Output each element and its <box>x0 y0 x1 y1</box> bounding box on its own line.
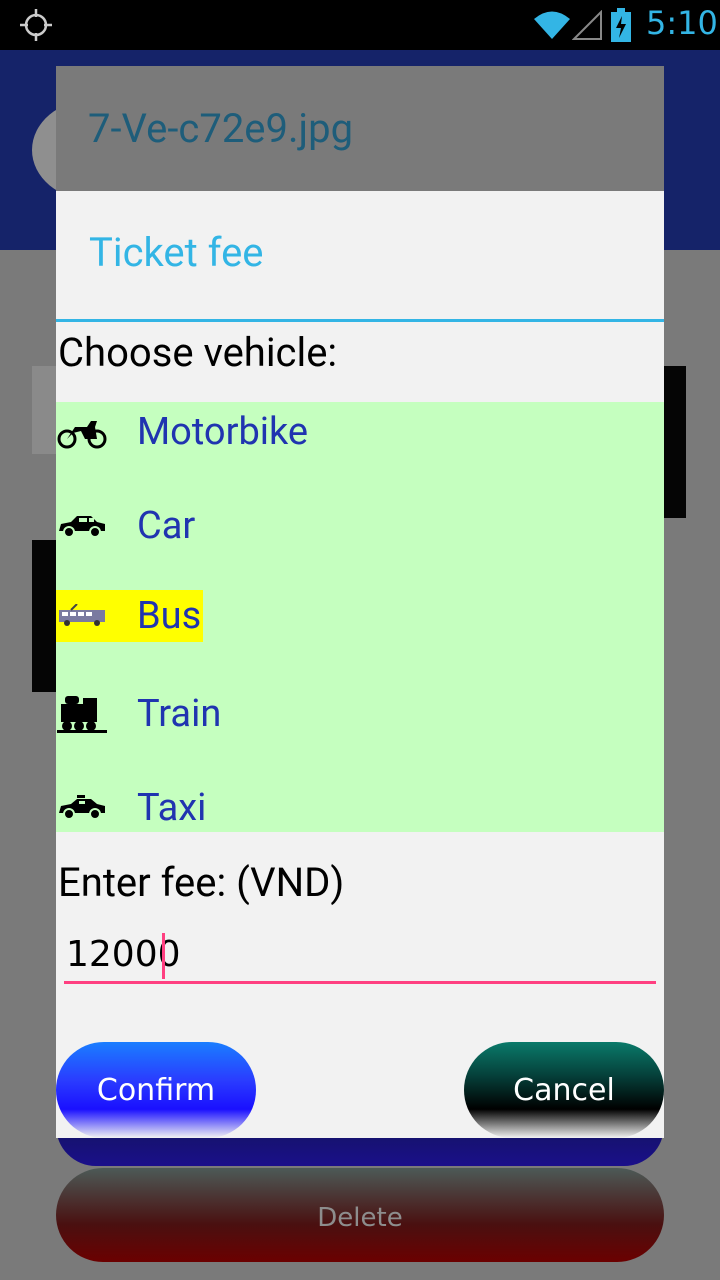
status-bar: 5:10 <box>0 0 720 50</box>
car-icon <box>56 506 108 546</box>
dialog-title: Ticket fee <box>89 229 264 276</box>
list-item-bus[interactable]: Bus <box>56 590 204 642</box>
choose-vehicle-label: Choose vehicle: <box>58 329 338 376</box>
vehicle-label: Train <box>137 692 222 736</box>
ticket-fee-dialog: Ticket fee Choose vehicle: Motorbike Car… <box>56 191 664 1138</box>
vehicle-label: Taxi <box>137 786 207 830</box>
list-item-car[interactable]: Car <box>56 496 197 556</box>
title-divider <box>56 319 664 322</box>
vehicle-label: Motorbike <box>137 410 309 454</box>
delete-button[interactable]: Delete <box>56 1168 664 1262</box>
wifi-icon <box>534 11 570 39</box>
list-item-train[interactable]: Train <box>56 684 223 744</box>
gps-icon <box>20 9 52 41</box>
vehicle-label: Bus <box>137 594 202 638</box>
train-icon <box>56 694 108 734</box>
signal-icon <box>572 10 602 40</box>
battery-charging-icon <box>611 8 631 42</box>
list-item-taxi[interactable]: Taxi <box>56 778 208 832</box>
bus-icon <box>56 596 108 636</box>
fee-label: Enter fee: (VND) <box>58 859 345 906</box>
list-item-motorbike[interactable]: Motorbike <box>56 402 310 462</box>
taxi-icon <box>56 788 108 828</box>
text-cursor <box>162 933 165 979</box>
cancel-button[interactable]: Cancel <box>464 1042 664 1138</box>
background-dialog-title: 7-Ve-c72e9.jpg <box>88 105 354 152</box>
vehicle-label: Car <box>137 504 196 548</box>
motorbike-icon <box>56 412 108 452</box>
background-image-strip <box>664 366 686 518</box>
clock: 5:10 <box>646 4 718 42</box>
fee-input[interactable] <box>64 928 656 984</box>
background-thumbnail <box>32 366 56 454</box>
vehicle-list[interactable]: Motorbike Car Bus Train Taxi <box>56 402 664 832</box>
background-image-strip <box>32 540 56 692</box>
confirm-button[interactable]: Confirm <box>56 1042 256 1138</box>
